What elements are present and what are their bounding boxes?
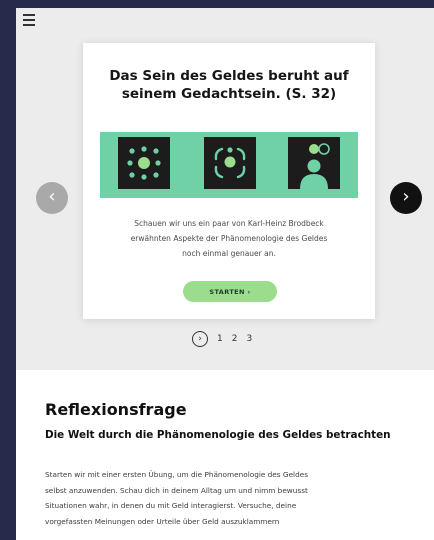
reflection-body-line: vorgefassten Meinungen oder Urteile über…: [45, 516, 280, 526]
carousel-prev-button[interactable]: ‹: [36, 182, 68, 214]
reflection-body: Starten wir mit einer ersten Übung, um d…: [45, 467, 420, 529]
carousel-pagination: › 1 2 3: [192, 330, 252, 348]
reflection-section: Reflexionsfrage Die Welt durch die Phäno…: [16, 370, 434, 540]
page-link-3[interactable]: 3: [246, 334, 252, 344]
slide-title-line-1: Das Sein des Geldes beruht auf: [109, 68, 349, 84]
carousel-next-button[interactable]: ›: [390, 182, 422, 214]
reflection-body-line: Starten wir mit einer ersten Übung, um d…: [45, 470, 309, 479]
focus-circle-icon: [204, 137, 256, 189]
illustration-banner: [100, 132, 358, 198]
slide-description-line: Schauen wir uns ein paar von Karl-Heinz …: [134, 219, 324, 228]
reflection-heading: Reflexionsfrage: [45, 400, 187, 419]
hamburger-menu-icon[interactable]: [23, 14, 35, 26]
slide-title: Das Sein des Geldes beruht auf seinem Ge…: [83, 67, 375, 103]
app-frame: ‹ Das Sein des Geldes beruht auf seinem …: [16, 8, 434, 540]
reflection-body-line: Situationen wahr, in denen du mit Geld i…: [45, 501, 297, 511]
slide-description-line: erwähnten Aspekte der Phänomenologie des…: [130, 234, 328, 243]
dot-grid-icon: [118, 137, 170, 189]
page-link-1[interactable]: 1: [217, 334, 223, 344]
slide-description-line: noch einmal genauer an.: [182, 249, 276, 258]
slide-card: Das Sein des Geldes beruht auf seinem Ge…: [83, 43, 375, 319]
pager-arrow-icon[interactable]: ›: [192, 331, 208, 347]
chevron-right-icon: ›: [402, 186, 410, 207]
person-silhouette-icon: [288, 137, 340, 189]
slide-description: Schauen wir uns ein paar von Karl-Heinz …: [105, 216, 353, 261]
reflection-body-line: selbst anzuwenden. Schau dich in deinem …: [45, 485, 308, 495]
page-link-2[interactable]: 2: [232, 334, 238, 344]
chevron-left-icon: ‹: [48, 186, 56, 207]
start-button[interactable]: STARTEN ›: [183, 281, 277, 302]
slide-title-line-2: seinem Gedachtsein. (S. 32): [121, 86, 337, 102]
reflection-subheading: Die Welt durch die Phänomenologie des Ge…: [45, 429, 391, 441]
